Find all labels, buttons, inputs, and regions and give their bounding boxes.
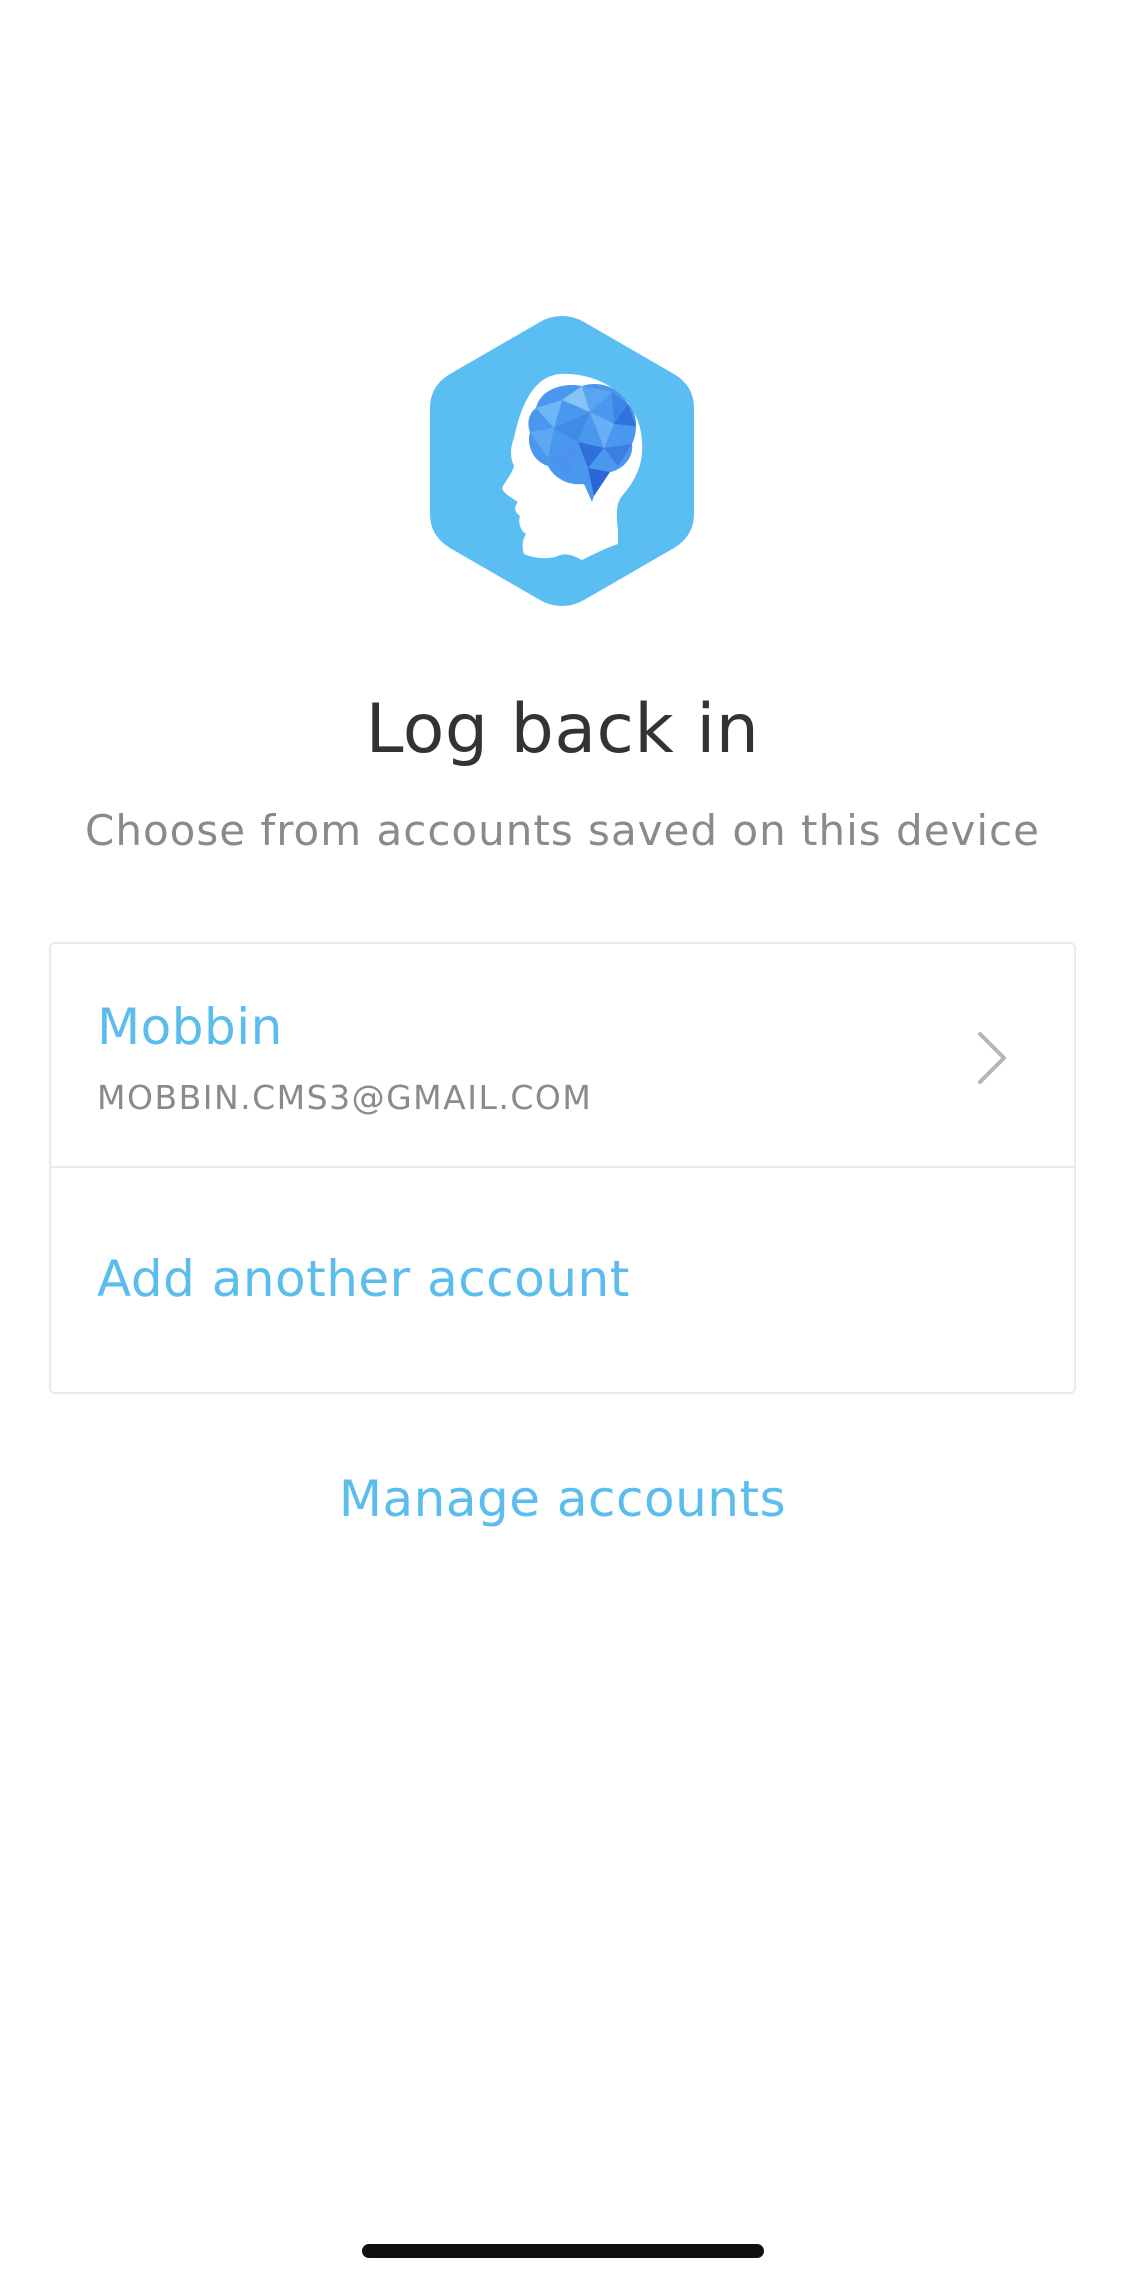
account-item-mobbin[interactable]: Mobbin MOBBIN.CMS3@GMAIL.COM	[51, 944, 1074, 1168]
page-title: Log back in	[365, 690, 760, 769]
saved-accounts-card: Mobbin MOBBIN.CMS3@GMAIL.COM Add another…	[49, 942, 1076, 1394]
manage-accounts-button[interactable]: Manage accounts	[0, 1470, 1125, 1528]
account-name: Mobbin	[97, 998, 283, 1056]
add-account-label: Add another account	[97, 1250, 630, 1308]
account-email: MOBBIN.CMS3@GMAIL.COM	[97, 1078, 593, 1117]
app-logo	[422, 308, 702, 614]
add-account-button[interactable]: Add another account	[51, 1168, 1074, 1394]
page-subtitle: Choose from accounts saved on this devic…	[85, 806, 1040, 855]
home-indicator	[362, 2244, 764, 2258]
brain-head-icon	[430, 316, 694, 606]
chevron-right-icon	[972, 1030, 1012, 1086]
